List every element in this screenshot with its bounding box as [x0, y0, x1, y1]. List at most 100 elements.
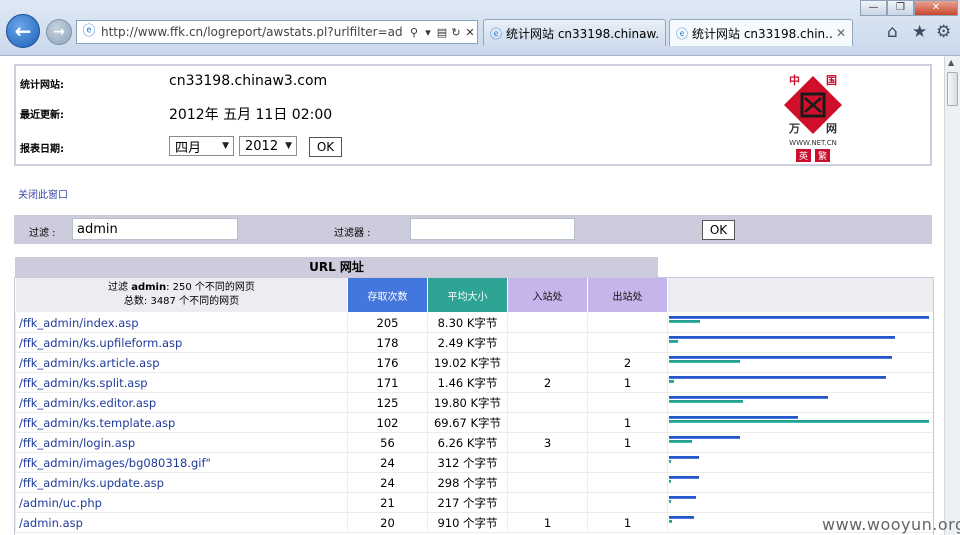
avg-size-cell: 8.30 K字节	[427, 312, 508, 333]
forward-button[interactable]: →	[46, 19, 72, 45]
exclude-filter-input[interactable]	[410, 218, 575, 240]
hits-bar	[669, 396, 828, 398]
table-row: /ffk_admin/ks.upfileform.asp 178 2.49 K字节	[15, 332, 934, 353]
url-link[interactable]: /admin.asp	[15, 512, 348, 533]
search-icon[interactable]: ⚲	[407, 26, 421, 39]
tab-2-active[interactable]: ⓔ 统计网站 cn33198.chin... ✕	[669, 19, 853, 46]
url-link[interactable]: /ffk_admin/index.asp	[15, 312, 348, 333]
hits-cell: 21	[347, 492, 428, 513]
size-column-header: 平均大小	[427, 277, 508, 313]
bar-graph-cell	[667, 452, 934, 473]
summary-total: 总数: 3487 个不同的网页	[123, 296, 240, 307]
url-link[interactable]: /ffk_admin/ks.split.asp	[15, 372, 348, 393]
exclude-filter-label: 过滤器 :	[334, 228, 371, 239]
minimize-button[interactable]: —	[860, 0, 887, 16]
tab-close-icon[interactable]: ✕	[836, 26, 846, 40]
hits-cell: 56	[347, 432, 428, 453]
close-window-link[interactable]: 关闭此窗口	[18, 186, 68, 201]
hits-bar	[669, 356, 893, 358]
filter-ok-button[interactable]: OK	[702, 220, 735, 240]
avg-size-cell: 19.80 K字节	[427, 392, 508, 413]
table-row: /ffk_admin/login.asp 56 6.26 K字节 3 1	[15, 432, 934, 453]
logo-char: 网	[826, 122, 837, 135]
back-button[interactable]: ←	[6, 14, 40, 48]
url-link[interactable]: /admin/uc.php	[15, 492, 348, 513]
hits-bar	[669, 456, 700, 458]
month-selected-value: 四月	[175, 140, 202, 156]
chevron-down-icon: ▼	[222, 141, 229, 151]
url-link[interactable]: /ffk_admin/ks.upfileform.asp	[15, 332, 348, 353]
compatibility-icon[interactable]: ▤	[435, 26, 449, 39]
logo-url: WWW.NET.CN	[789, 139, 837, 147]
address-bar[interactable]: ⓔ http://www.ffk.cn/logreport/awstats.pl…	[76, 20, 478, 44]
url-table-title: URL 网址	[15, 257, 658, 278]
entry-cell	[507, 352, 588, 373]
hits-bar	[669, 416, 799, 418]
scroll-up-icon[interactable]: ▲	[948, 58, 954, 67]
size-bar	[669, 420, 929, 422]
hits-cell: 24	[347, 452, 428, 473]
entry-cell: 1	[507, 512, 588, 533]
size-bar	[669, 380, 675, 382]
summary-header: 过滤 admin: 250 个不同的网页 总数: 3487 个不同的网页	[15, 277, 348, 313]
site-label: 统计网站:	[20, 80, 64, 91]
table-row: /ffk_admin/ks.split.asp 171 1.46 K字节 2 1	[15, 372, 934, 393]
url-link[interactable]: /ffk_admin/images/bg080318.gif"	[15, 452, 348, 473]
entry-cell	[507, 452, 588, 473]
gear-icon[interactable]: ⚙	[936, 22, 951, 42]
bar-graph-cell	[667, 492, 934, 513]
ie-tab-icon: ⓔ	[676, 26, 689, 41]
vertical-scrollbar[interactable]: ▲	[944, 56, 960, 535]
summary-count: : 250 个不同的网页	[166, 282, 255, 293]
tab-1[interactable]: ⓔ 统计网站 cn33198.chinaw...	[483, 19, 666, 46]
url-link[interactable]: /ffk_admin/login.asp	[15, 432, 348, 453]
update-value: 2012年 五月 11日 02:00	[169, 107, 333, 123]
year-select[interactable]: 2012 ▼	[239, 136, 297, 156]
year-selected-value: 2012	[245, 138, 279, 154]
home-icon[interactable]: ⌂	[887, 22, 898, 42]
address-url[interactable]: http://www.ffk.cn/logreport/awstats.pl?u…	[101, 25, 407, 39]
dropdown-icon[interactable]: ▾	[421, 26, 435, 39]
hits-column-header: 存取次数	[347, 277, 428, 313]
size-bar	[669, 480, 671, 482]
url-table: 过滤 admin: 250 个不同的网页 总数: 3487 个不同的网页 存取次…	[15, 277, 934, 533]
favorites-star-icon[interactable]: ★	[912, 22, 927, 42]
bar-graph-cell	[667, 412, 934, 433]
stop-icon[interactable]: ✕	[463, 26, 477, 39]
hits-cell: 24	[347, 472, 428, 493]
watermark: www.wooyun.org	[822, 515, 960, 534]
hits-bar	[669, 436, 741, 438]
avg-size-cell: 6.26 K字节	[427, 432, 508, 453]
entry-cell	[507, 312, 588, 333]
url-link[interactable]: /ffk_admin/ks.editor.asp	[15, 392, 348, 413]
graph-column-header	[667, 277, 934, 313]
url-link[interactable]: /ffk_admin/ks.update.asp	[15, 472, 348, 493]
url-link[interactable]: /ffk_admin/ks.article.asp	[15, 352, 348, 373]
exit-cell	[587, 312, 668, 333]
restore-button[interactable]: ❐	[887, 0, 914, 16]
entry-column-header: 入站处	[507, 277, 588, 313]
table-row: /ffk_admin/index.asp 205 8.30 K字节	[15, 312, 934, 333]
site-value: cn33198.chinaw3.com	[169, 73, 328, 89]
date-ok-button[interactable]: OK	[309, 137, 342, 157]
scrollbar-thumb[interactable]	[947, 72, 958, 106]
month-select[interactable]: 四月 ▼	[169, 136, 234, 156]
table-row: /admin/uc.php 21 217 个字节	[15, 492, 934, 513]
tab-title: 统计网站 cn33198.chin...	[692, 26, 832, 41]
bar-graph-cell	[667, 332, 934, 353]
logo-char: 中	[789, 73, 800, 87]
size-bar	[669, 360, 740, 362]
filter-input[interactable]: admin	[72, 218, 238, 240]
refresh-icon[interactable]: ↻	[449, 26, 463, 39]
close-window-button[interactable]: ✕	[914, 0, 958, 16]
avg-size-cell: 312 个字节	[427, 452, 508, 473]
hits-cell: 20	[347, 512, 428, 533]
size-bar	[669, 460, 671, 462]
avg-size-cell: 910 个字节	[427, 512, 508, 533]
hits-cell: 125	[347, 392, 428, 413]
url-link[interactable]: /ffk_admin/ks.template.asp	[15, 412, 348, 433]
avg-size-cell: 298 个字节	[427, 472, 508, 493]
summary-keyword: admin	[131, 282, 167, 293]
entry-cell	[507, 492, 588, 513]
tab-title: 统计网站 cn33198.chinaw...	[506, 26, 659, 41]
